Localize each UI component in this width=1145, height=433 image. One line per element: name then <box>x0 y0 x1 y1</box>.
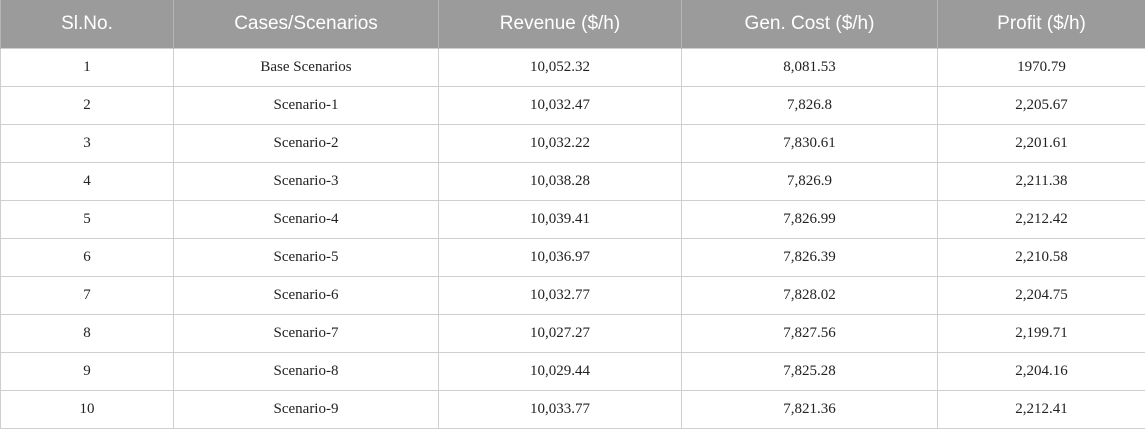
table-row: 5 Scenario-4 10,039.41 7,826.99 2,212.42 <box>0 200 1145 239</box>
cell-profit: 2,204.75 <box>937 276 1145 315</box>
cell-scenario: Scenario-4 <box>173 200 439 239</box>
cell-sl-no: 9 <box>0 352 174 391</box>
cell-revenue: 10,036.97 <box>438 238 682 277</box>
header-row: Sl.No. Cases/Scenarios Revenue ($/h) Gen… <box>0 0 1145 49</box>
cell-gen-cost: 7,826.9 <box>681 162 938 201</box>
cell-gen-cost: 7,830.61 <box>681 124 938 163</box>
cell-revenue: 10,032.77 <box>438 276 682 315</box>
table-row: 3 Scenario-2 10,032.22 7,830.61 2,201.61 <box>0 124 1145 163</box>
table-row: 1 Base Scenarios 10,052.32 8,081.53 1970… <box>0 48 1145 87</box>
cell-sl-no: 4 <box>0 162 174 201</box>
header-profit: Profit ($/h) <box>937 0 1145 49</box>
cell-sl-no: 10 <box>0 390 174 429</box>
cell-scenario: Scenario-2 <box>173 124 439 163</box>
cell-profit: 2,212.41 <box>937 390 1145 429</box>
table-row: 7 Scenario-6 10,032.77 7,828.02 2,204.75 <box>0 276 1145 315</box>
table-row: 2 Scenario-1 10,032.47 7,826.8 2,205.67 <box>0 86 1145 125</box>
cell-revenue: 10,029.44 <box>438 352 682 391</box>
cell-profit: 1970.79 <box>937 48 1145 87</box>
table-row: 8 Scenario-7 10,027.27 7,827.56 2,199.71 <box>0 314 1145 353</box>
cell-scenario: Scenario-3 <box>173 162 439 201</box>
table-row: 4 Scenario-3 10,038.28 7,826.9 2,211.38 <box>0 162 1145 201</box>
cell-sl-no: 1 <box>0 48 174 87</box>
table-header: Sl.No. Cases/Scenarios Revenue ($/h) Gen… <box>0 0 1145 49</box>
cell-profit: 2,199.71 <box>937 314 1145 353</box>
cell-gen-cost: 7,825.28 <box>681 352 938 391</box>
cell-revenue: 10,039.41 <box>438 200 682 239</box>
cell-scenario: Scenario-9 <box>173 390 439 429</box>
cell-scenario: Scenario-1 <box>173 86 439 125</box>
cell-gen-cost: 7,827.56 <box>681 314 938 353</box>
cell-revenue: 10,033.77 <box>438 390 682 429</box>
cell-revenue: 10,032.47 <box>438 86 682 125</box>
header-cases-scenarios: Cases/Scenarios <box>173 0 439 49</box>
cell-scenario: Scenario-6 <box>173 276 439 315</box>
cell-scenario: Scenario-8 <box>173 352 439 391</box>
cell-sl-no: 5 <box>0 200 174 239</box>
cell-gen-cost: 7,826.8 <box>681 86 938 125</box>
cell-profit: 2,204.16 <box>937 352 1145 391</box>
table-row: 6 Scenario-5 10,036.97 7,826.39 2,210.58 <box>0 238 1145 277</box>
cell-profit: 2,211.38 <box>937 162 1145 201</box>
cell-scenario: Base Scenarios <box>173 48 439 87</box>
header-gen-cost: Gen. Cost ($/h) <box>681 0 938 49</box>
table-row: 9 Scenario-8 10,029.44 7,825.28 2,204.16 <box>0 352 1145 391</box>
cell-sl-no: 2 <box>0 86 174 125</box>
cell-profit: 2,210.58 <box>937 238 1145 277</box>
cell-gen-cost: 8,081.53 <box>681 48 938 87</box>
cell-scenario: Scenario-7 <box>173 314 439 353</box>
cell-revenue: 10,052.32 <box>438 48 682 87</box>
table-row: 10 Scenario-9 10,033.77 7,821.36 2,212.4… <box>0 390 1145 429</box>
cell-profit: 2,212.42 <box>937 200 1145 239</box>
cell-revenue: 10,032.22 <box>438 124 682 163</box>
cell-gen-cost: 7,826.99 <box>681 200 938 239</box>
cell-gen-cost: 7,826.39 <box>681 238 938 277</box>
table-body: 1 Base Scenarios 10,052.32 8,081.53 1970… <box>0 48 1145 429</box>
cell-sl-no: 3 <box>0 124 174 163</box>
cell-sl-no: 7 <box>0 276 174 315</box>
cell-revenue: 10,027.27 <box>438 314 682 353</box>
cell-sl-no: 8 <box>0 314 174 353</box>
cell-profit: 2,205.67 <box>937 86 1145 125</box>
header-revenue: Revenue ($/h) <box>438 0 682 49</box>
cell-profit: 2,201.61 <box>937 124 1145 163</box>
cell-gen-cost: 7,821.36 <box>681 390 938 429</box>
cell-gen-cost: 7,828.02 <box>681 276 938 315</box>
results-table: Sl.No. Cases/Scenarios Revenue ($/h) Gen… <box>0 0 1145 429</box>
cell-revenue: 10,038.28 <box>438 162 682 201</box>
cell-scenario: Scenario-5 <box>173 238 439 277</box>
header-sl-no: Sl.No. <box>0 0 174 49</box>
cell-sl-no: 6 <box>0 238 174 277</box>
